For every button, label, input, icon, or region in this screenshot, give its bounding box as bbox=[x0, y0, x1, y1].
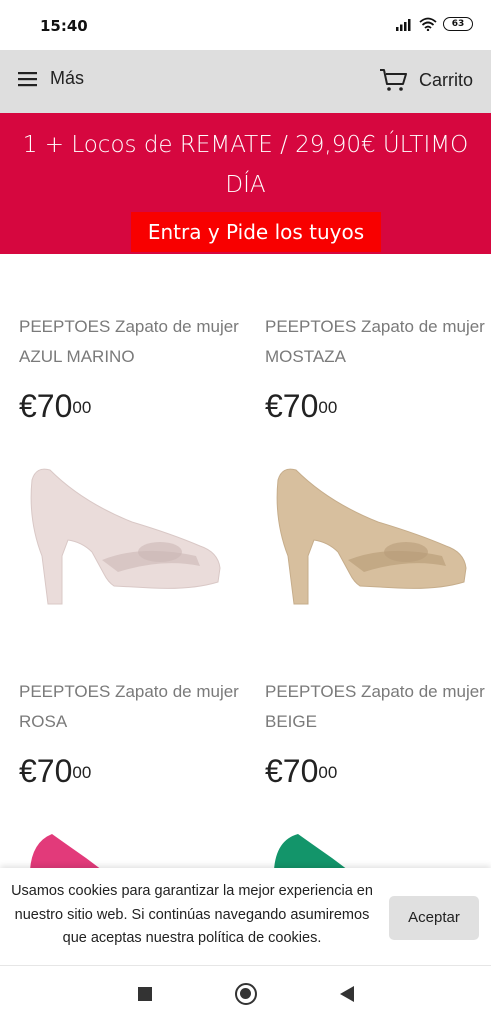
status-icons: 63 bbox=[395, 17, 473, 31]
status-bar: 15:40 63 bbox=[0, 0, 491, 50]
price-main: €70 bbox=[265, 388, 319, 424]
cart-button[interactable]: Carrito bbox=[379, 68, 473, 92]
promo-banner: 1 + Locos de REMATE / 29,90€ ÚLTIMO DÍA … bbox=[0, 113, 491, 254]
promo-text: 1 + Locos de REMATE / 29,90€ ÚLTIMO DÍA bbox=[22, 132, 469, 198]
accept-cookies-button[interactable]: Aceptar bbox=[389, 896, 479, 940]
product-title[interactable]: PEEPTOES Zapato de mujer AZUL MARINO bbox=[19, 312, 239, 372]
product-card[interactable]: PEEPTOES Zapato de mujer ROSA €7000 bbox=[19, 677, 239, 791]
price-main: €70 bbox=[19, 388, 73, 424]
product-title[interactable]: PEEPTOES Zapato de mujer BEIGE bbox=[265, 677, 485, 737]
green-shoe-image[interactable] bbox=[268, 830, 368, 870]
mustard-peeptoe-shoe-image[interactable] bbox=[268, 460, 470, 610]
product-price: €7000 bbox=[19, 386, 239, 426]
product-price: €7000 bbox=[265, 751, 485, 791]
promo-button[interactable]: Entra y Pide los tuyos bbox=[131, 212, 381, 252]
top-navigation: Más Carrito bbox=[0, 50, 491, 113]
battery-icon: 63 bbox=[443, 17, 473, 31]
fuchsia-shoe-image[interactable] bbox=[22, 830, 122, 870]
price-cents: 00 bbox=[318, 398, 338, 417]
recents-icon[interactable] bbox=[138, 987, 152, 1001]
hamburger-menu-icon bbox=[18, 71, 37, 86]
shopping-cart-icon bbox=[379, 69, 407, 91]
menu-label: Más bbox=[50, 68, 85, 88]
product-card[interactable]: PEEPTOES Zapato de mujer BEIGE €7000 bbox=[265, 677, 485, 791]
back-icon[interactable] bbox=[340, 986, 354, 1002]
price-main: €70 bbox=[19, 753, 73, 789]
product-title[interactable]: PEEPTOES Zapato de mujer ROSA bbox=[19, 677, 239, 737]
pink-peeptoe-shoe-image[interactable] bbox=[22, 460, 224, 610]
menu-button[interactable]: Más bbox=[18, 68, 84, 89]
price-cents: 00 bbox=[72, 398, 92, 417]
price-main: €70 bbox=[265, 753, 319, 789]
home-icon[interactable] bbox=[235, 983, 257, 1005]
cookie-text: Usamos cookies para garantizar la mejor … bbox=[11, 883, 373, 946]
product-price: €7000 bbox=[265, 386, 485, 426]
product-card[interactable]: PEEPTOES Zapato de mujer AZUL MARINO €70… bbox=[19, 312, 239, 426]
cart-label: Carrito bbox=[418, 69, 473, 90]
product-title[interactable]: PEEPTOES Zapato de mujer MOSTAZA bbox=[265, 312, 485, 372]
product-price: €7000 bbox=[19, 751, 239, 791]
status-time: 15:40 bbox=[40, 17, 88, 35]
product-card[interactable]: PEEPTOES Zapato de mujer MOSTAZA €7000 bbox=[265, 312, 485, 426]
signal-icon bbox=[396, 19, 411, 31]
price-cents: 00 bbox=[72, 763, 92, 782]
android-navigation-bar bbox=[0, 966, 491, 1024]
wifi-icon bbox=[419, 17, 437, 31]
price-cents: 00 bbox=[318, 763, 338, 782]
cookie-consent-bar: Usamos cookies para garantizar la mejor … bbox=[0, 868, 491, 966]
